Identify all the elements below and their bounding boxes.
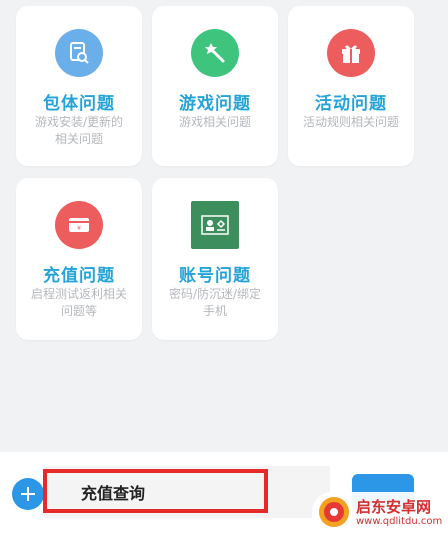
category-description: 密码/防沉迷/绑定手机 [168, 287, 262, 318]
category-description: 活动规则相关问题 [302, 115, 399, 129]
add-button[interactable] [12, 478, 44, 510]
category-title: 充值问题 [43, 266, 115, 286]
watermark-name: 启东安卓网 [356, 498, 432, 516]
plus-icon [21, 487, 35, 501]
category-description: 游戏相关问题 [178, 115, 251, 129]
watermark-url: www.qdlitdu.com [356, 516, 443, 527]
id-card-icon [191, 201, 239, 249]
category-title: 游戏问题 [179, 94, 251, 114]
svg-text:¥: ¥ [77, 225, 81, 232]
watermark-logo-icon [319, 497, 349, 527]
gift-icon [327, 29, 375, 77]
category-card-package[interactable]: 包体问题 游戏安装/更新的相关问题 [16, 6, 142, 166]
watermark: 启东安卓网 www.qdlitdu.com [312, 492, 448, 533]
category-title: 账号问题 [179, 266, 251, 286]
message-input-text: 充值查询 [81, 484, 146, 503]
category-description: 启程测试返利相关问题等 [30, 287, 127, 318]
recharge-card-icon: ¥ [55, 201, 103, 249]
category-card-recharge[interactable]: ¥ 充值问题 启程测试返利相关问题等 [16, 178, 142, 340]
category-card-event[interactable]: 活动问题 活动规则相关问题 [288, 6, 414, 166]
category-card-account[interactable]: 账号问题 密码/防沉迷/绑定手机 [152, 178, 278, 340]
package-search-icon [55, 29, 103, 77]
category-title: 活动问题 [315, 94, 387, 114]
category-description: 游戏安装/更新的相关问题 [34, 115, 124, 146]
highlight-box [43, 469, 268, 513]
category-title: 包体问题 [43, 94, 115, 114]
magic-wand-icon [191, 29, 239, 77]
category-card-game[interactable]: 游戏问题 游戏相关问题 [152, 6, 278, 166]
